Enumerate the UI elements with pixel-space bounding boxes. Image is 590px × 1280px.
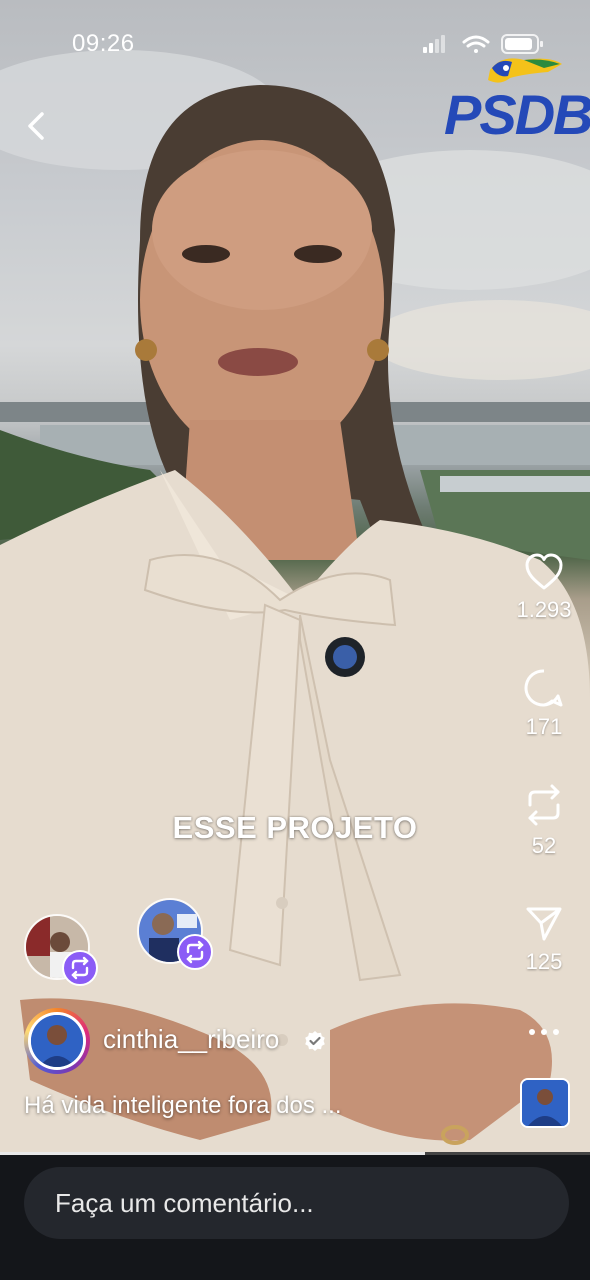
author-avatar[interactable] bbox=[24, 1008, 90, 1074]
share-count: 125 bbox=[525, 949, 563, 974]
brand-logo: PSDB bbox=[444, 83, 590, 146]
like-button[interactable]: 1.293 bbox=[504, 553, 584, 623]
comment-bar bbox=[0, 1155, 590, 1280]
comment-button[interactable]: 171 bbox=[504, 668, 584, 740]
more-icon[interactable] bbox=[526, 1020, 562, 1044]
repost-badge-icon bbox=[177, 934, 213, 970]
repost-count: 52 bbox=[531, 833, 557, 858]
video-caption: ESSE PROJETO bbox=[172, 810, 418, 845]
author-username[interactable]: cinthia__ribeiro bbox=[103, 1024, 279, 1055]
repost-button[interactable]: 52 bbox=[504, 783, 584, 859]
post-description[interactable]: Há vida inteligente fora dos ... bbox=[24, 1092, 342, 1120]
reel-screen: 09:26 PSDB ESSE PROJETO 1.293 171 52 125… bbox=[0, 0, 590, 1280]
status-time: 09:26 bbox=[72, 30, 135, 57]
back-icon[interactable] bbox=[18, 106, 58, 146]
share-icon bbox=[526, 907, 562, 941]
share-button[interactable]: 125 bbox=[504, 903, 584, 975]
comment-input[interactable] bbox=[24, 1167, 569, 1239]
comment-count: 171 bbox=[525, 714, 563, 739]
repost-icon bbox=[528, 784, 560, 826]
verified-icon bbox=[305, 1031, 325, 1051]
heart-icon bbox=[525, 553, 563, 590]
audio-thumbnail[interactable] bbox=[520, 1078, 570, 1128]
comment-icon bbox=[524, 669, 563, 707]
repost-badge-icon bbox=[62, 950, 98, 986]
like-count: 1.293 bbox=[516, 597, 572, 622]
